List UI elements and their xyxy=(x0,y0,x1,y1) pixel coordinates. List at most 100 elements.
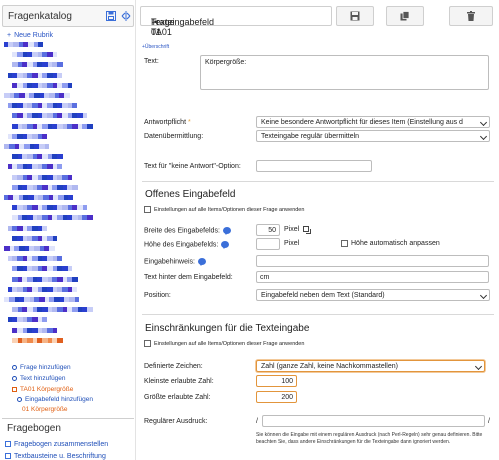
redacted-tree-row[interactable] xyxy=(12,266,72,272)
add-input-field-link[interactable]: Eingabefeld hinzufügen xyxy=(17,396,93,403)
info-bubble-icon[interactable] xyxy=(197,258,206,266)
redacted-pixel xyxy=(57,154,63,160)
redacted-tree-row[interactable] xyxy=(4,93,70,98)
redacted-pixel xyxy=(53,235,57,241)
redacted-tree-row[interactable] xyxy=(12,123,93,129)
collapse-expand-icon[interactable] xyxy=(120,11,131,22)
redacted-tree-row[interactable] xyxy=(8,164,62,170)
redacted-tree-row[interactable] xyxy=(4,195,73,200)
add-question-link[interactable]: Frage hinzufügen xyxy=(12,364,71,371)
apply-all-label-1: Einstellungen auf alle Items/Optionen di… xyxy=(154,207,305,213)
apply-all-checkbox-2[interactable] xyxy=(144,340,151,347)
fragebogen-compose-label: Fragebogen zusammenstellen xyxy=(14,441,109,448)
textbausteine-link[interactable]: Textbausteine u. Beschriftung xyxy=(5,453,106,460)
redacted-pixel xyxy=(72,276,78,282)
keine-antwort-input[interactable] xyxy=(256,160,372,172)
zeichen-select[interactable]: Zahl (ganze Zahl, keine Nachkommastellen… xyxy=(256,360,485,372)
add-input-field-label: Eingabefeld hinzufügen xyxy=(25,396,93,403)
regex-input[interactable] xyxy=(262,415,485,427)
hinweis-input[interactable] xyxy=(256,255,489,267)
redacted-pixel xyxy=(72,184,78,190)
redacted-tree-row[interactable] xyxy=(8,103,77,109)
redacted-tree-row[interactable] xyxy=(12,337,63,343)
redacted-tree-row[interactable] xyxy=(12,276,78,282)
redacted-pixel xyxy=(87,123,93,129)
redacted-pixel xyxy=(42,225,47,231)
add-question-label: Frage hinzufügen xyxy=(20,364,71,371)
redacted-tree-row[interactable] xyxy=(8,317,47,323)
redacted-tree-row[interactable] xyxy=(12,174,72,180)
redacted-pixel xyxy=(87,307,93,313)
editor-toolbar: Frage TA01 • Texteingabefeld 01 xyxy=(140,6,493,37)
redacted-tree-row[interactable] xyxy=(4,297,79,302)
resize-icon[interactable] xyxy=(303,226,311,234)
redacted-tree-row[interactable] xyxy=(12,154,63,160)
hoehe-auto-checkbox[interactable] xyxy=(341,240,348,247)
breite-label: Breite des Eingabefelds: xyxy=(144,227,231,235)
datenuebermittlung-value: Texteingabe regulär übermitteln xyxy=(261,133,360,140)
redacted-tree-row[interactable] xyxy=(8,286,77,292)
redacted-tree-row[interactable] xyxy=(12,184,78,190)
redacted-pixel xyxy=(87,215,93,221)
item-01-link[interactable]: 01 Körpergröße xyxy=(22,406,68,413)
redacted-tree-row[interactable] xyxy=(8,72,62,78)
position-select[interactable]: Eingabefeld neben dem Text (Standard) xyxy=(256,289,490,301)
expand-box-icon xyxy=(5,441,11,448)
redacted-tree-row[interactable] xyxy=(12,82,72,88)
max-input[interactable]: 200 xyxy=(256,391,297,403)
antwortpflicht-value: Keine besondere Antwortpflicht für diese… xyxy=(261,119,463,126)
apply-all-checkbox-1[interactable] xyxy=(144,206,151,213)
circle-icon xyxy=(12,375,17,381)
hinweis-label: Eingabehinweis: xyxy=(144,258,206,266)
breite-text: Breite des Eingabefelds: xyxy=(144,227,220,235)
redacted-tree-row[interactable] xyxy=(8,256,62,262)
hinter-label: Text hinter dem Eingabefeld: xyxy=(144,274,233,281)
info-bubble-icon[interactable] xyxy=(221,241,230,249)
redacted-tree-row[interactable] xyxy=(12,62,63,68)
save-button[interactable] xyxy=(336,6,374,26)
redacted-tree-row[interactable] xyxy=(12,52,57,58)
add-text-link[interactable]: Text hinzufügen xyxy=(12,375,66,382)
redacted-tree-row[interactable] xyxy=(8,225,47,231)
redacted-pixel xyxy=(57,72,62,78)
redacted-tree-row[interactable] xyxy=(8,133,47,139)
redacted-pixel xyxy=(57,337,63,343)
redacted-tree-row[interactable] xyxy=(12,307,93,313)
min-label: Kleinste erlaubte Zahl: xyxy=(144,378,214,385)
hoehe-input[interactable] xyxy=(256,238,280,250)
min-input[interactable]: 100 xyxy=(256,375,297,387)
antwortpflicht-label: Antwortpflicht * xyxy=(144,119,191,126)
redacted-tree-row[interactable] xyxy=(4,144,49,149)
breite-input[interactable]: 50 xyxy=(256,224,280,236)
redacted-tree-row[interactable] xyxy=(12,215,93,221)
fragebogen-compose-link[interactable]: Fragebogen zusammenstellen xyxy=(5,441,108,448)
redacted-pixel xyxy=(83,205,87,211)
redacted-tree-row[interactable] xyxy=(4,246,55,251)
catalog-header: Fragenkatalog xyxy=(2,5,134,27)
save-catalog-icon[interactable] xyxy=(105,11,116,22)
chevron-down-icon xyxy=(479,291,488,300)
question-ta01-link[interactable]: TA01 Körpergröße xyxy=(12,386,73,393)
add-heading-link[interactable]: +Überschrift xyxy=(142,44,169,50)
redacted-tree-row[interactable] xyxy=(12,327,57,333)
redacted-tree-row[interactable] xyxy=(12,235,57,241)
redacted-pixel xyxy=(72,103,77,109)
redacted-tree-row[interactable] xyxy=(4,42,43,47)
apply-all-label-2: Einstellungen auf alle Items/Optionen di… xyxy=(154,341,305,347)
chevron-down-icon xyxy=(479,118,488,127)
question-ta01-label: TA01 Körpergröße xyxy=(20,386,74,393)
required-marker: * xyxy=(187,119,191,126)
question-editor: Frage TA01 • Texteingabefeld 01 +Übersch… xyxy=(138,0,499,460)
breite-unit: Pixel xyxy=(284,226,300,233)
new-rubrik-link[interactable]: + Neue Rubrik xyxy=(7,32,53,39)
hinter-input[interactable]: cm xyxy=(256,271,489,283)
duplicate-button[interactable] xyxy=(386,6,424,26)
chevron-down-icon xyxy=(474,362,483,371)
redacted-tree-row[interactable] xyxy=(12,205,87,211)
antwortpflicht-select[interactable]: Keine besondere Antwortpflicht für diese… xyxy=(256,116,490,128)
redacted-tree-row[interactable] xyxy=(12,113,87,119)
info-bubble-icon[interactable] xyxy=(222,227,231,235)
question-text-area[interactable]: Körpergröße: xyxy=(200,55,489,90)
datenuebermittlung-select[interactable]: Texteingabe regulär übermitteln xyxy=(256,130,490,142)
delete-button[interactable] xyxy=(449,6,493,26)
